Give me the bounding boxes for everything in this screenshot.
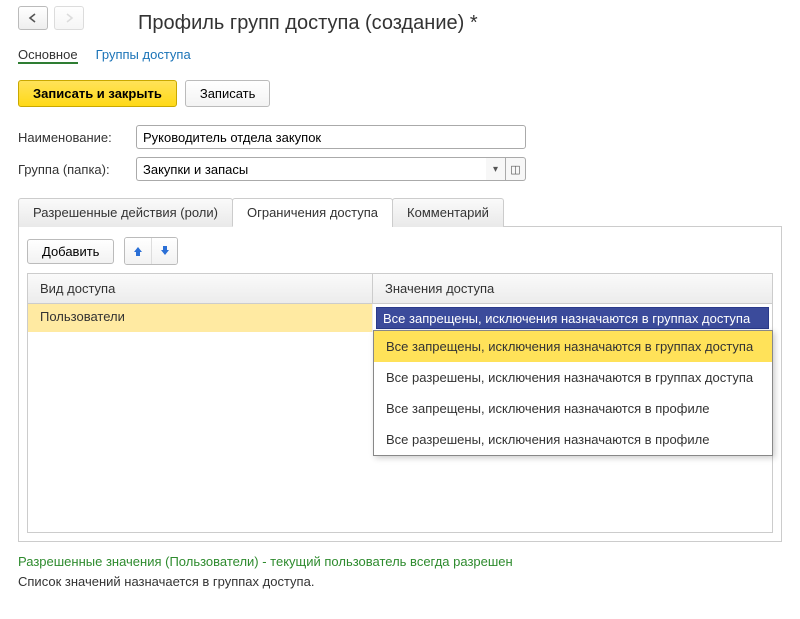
cell-kind[interactable]: Пользователи: [28, 304, 373, 332]
cell-value[interactable]: Все запрещены, исключения назначаются в …: [373, 304, 772, 332]
move-down-button[interactable]: [151, 238, 177, 264]
dropdown-option[interactable]: Все запрещены, исключения назначаются в …: [374, 393, 772, 424]
tab-roles[interactable]: Разрешенные действия (роли): [18, 198, 233, 227]
group-dropdown-button[interactable]: ▾: [486, 157, 506, 181]
table-row[interactable]: Пользователи Все запрещены, исключения н…: [28, 304, 772, 332]
group-open-button[interactable]: ◫: [506, 157, 526, 181]
group-input[interactable]: [136, 157, 486, 181]
tab-restrictions[interactable]: Ограничения доступа: [232, 198, 393, 227]
section-groups[interactable]: Группы доступа: [96, 47, 191, 64]
access-grid: Вид доступа Значения доступа Пользовател…: [27, 273, 773, 533]
footer-hint-list: Список значений назначается в группах до…: [18, 572, 782, 592]
save-button[interactable]: Записать: [185, 80, 271, 107]
chevron-down-icon: ▾: [493, 164, 498, 175]
cell-value-text[interactable]: Все запрещены, исключения назначаются в …: [376, 307, 769, 329]
save-and-close-button[interactable]: Записать и закрыть: [18, 80, 177, 107]
arrow-down-icon: [159, 245, 171, 257]
tab-body-restrictions: Добавить Вид доступа Значения доступа По…: [18, 227, 782, 542]
arrow-up-icon: [132, 245, 144, 257]
name-label: Наименование:: [18, 130, 130, 145]
tab-comment[interactable]: Комментарий: [392, 198, 504, 227]
open-icon: ◫: [510, 163, 520, 176]
footer-hint-allowed: Разрешенные значения (Пользователи) - те…: [18, 552, 782, 572]
dropdown-option[interactable]: Все запрещены, исключения назначаются в …: [374, 331, 772, 362]
section-main[interactable]: Основное: [18, 47, 78, 64]
group-label: Группа (папка):: [18, 162, 130, 177]
grid-header-kind[interactable]: Вид доступа: [28, 274, 373, 303]
name-input[interactable]: [136, 125, 526, 149]
move-up-button[interactable]: [125, 238, 151, 264]
nav-back-button[interactable]: [18, 6, 48, 30]
grid-header-values[interactable]: Значения доступа: [373, 274, 772, 303]
dropdown-option[interactable]: Все разрешены, исключения назначаются в …: [374, 362, 772, 393]
nav-forward-button: [54, 6, 84, 30]
dropdown-option[interactable]: Все разрешены, исключения назначаются в …: [374, 424, 772, 455]
arrow-left-icon: [28, 13, 38, 23]
arrow-right-icon: [64, 13, 74, 23]
page-title: Профиль групп доступа (создание) *: [18, 10, 782, 41]
value-dropdown: Все запрещены, исключения назначаются в …: [373, 330, 773, 456]
add-button[interactable]: Добавить: [27, 239, 114, 264]
